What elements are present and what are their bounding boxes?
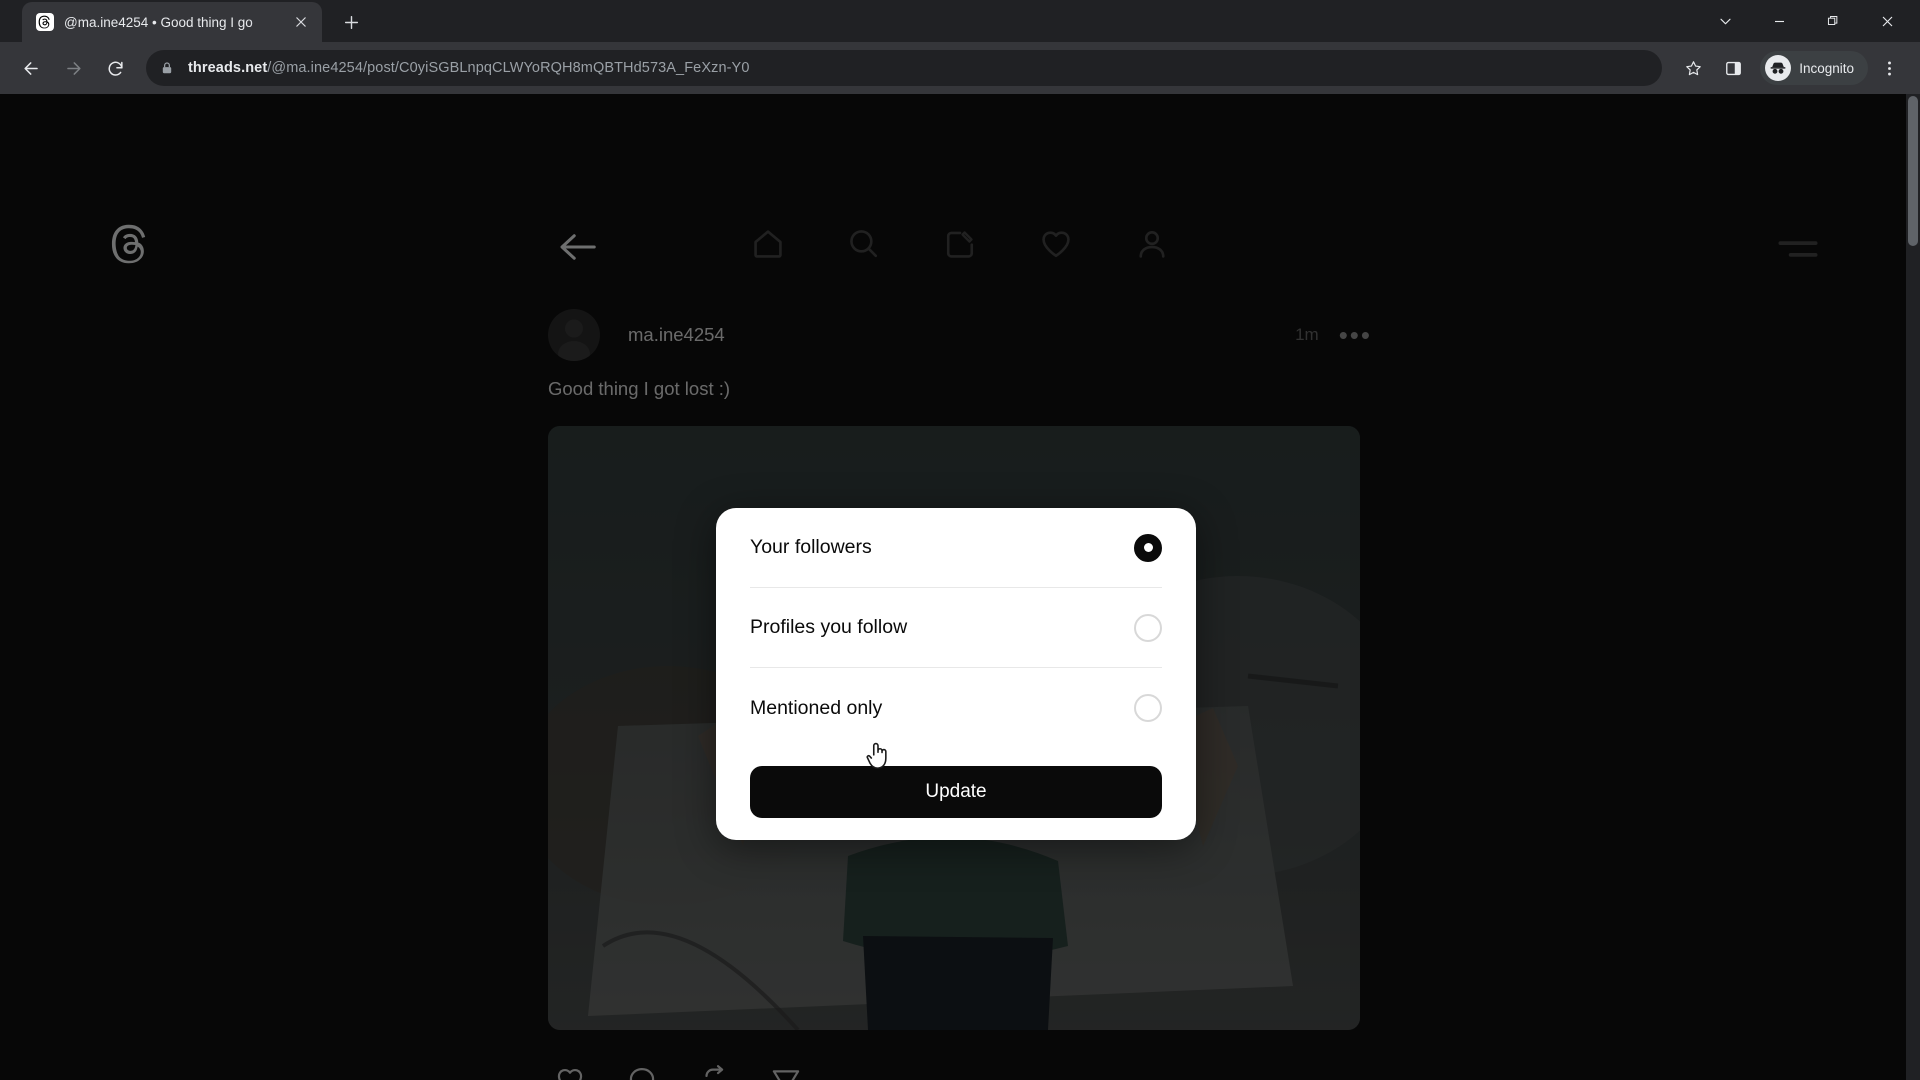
option-row-1[interactable]: Profiles you follow [750,588,1162,668]
three-dot-menu-icon[interactable] [1870,49,1908,87]
option-label: Mentioned only [750,696,883,719]
threads-logo-icon [36,13,54,31]
close-icon[interactable] [290,11,312,33]
update-button[interactable]: Update [750,766,1162,818]
browser-tab[interactable]: @ma.ine4254 • Good thing I go [22,2,322,42]
radio-mentioned-only[interactable] [1134,694,1162,722]
reload-icon[interactable] [96,49,134,87]
back-arrow-icon[interactable] [12,49,50,87]
url-domain: threads.net [188,60,268,76]
page-viewport: ma.ine4254 1m ••• Good thing I got lost … [0,94,1920,1080]
incognito-spy-icon [1765,55,1792,81]
browser-toolbar: threads.net/@ma.ine4254/post/C0yiSGBLnpq… [0,42,1920,94]
lock-icon [160,60,176,76]
radio-your-followers[interactable] [1134,533,1162,562]
address-bar-text: threads.net/@ma.ine4254/post/C0yiSGBLnpq… [188,60,750,76]
tab-title: @ma.ine4254 • Good thing I go [64,14,253,30]
incognito-label: Incognito [1799,60,1854,76]
address-bar[interactable]: threads.net/@ma.ine4254/post/C0yiSGBLnpq… [146,50,1663,86]
minimize-icon[interactable] [1756,0,1802,42]
chevron-down-icon[interactable] [1702,0,1748,42]
url-path: /@ma.ine4254/post/C0yiSGBLnpqCLWYoRQH8mQ… [267,60,750,76]
window-controls [1702,0,1920,42]
side-panel-icon[interactable] [1714,49,1752,87]
page-scrollbar[interactable] [1906,94,1920,1080]
option-row-0[interactable]: Your followers [750,508,1162,588]
star-icon[interactable] [1674,49,1712,87]
tab-strip: @ma.ine4254 • Good thing I go [0,0,1920,42]
option-label: Profiles you follow [750,616,908,638]
close-icon[interactable] [1864,0,1910,42]
browser-window: @ma.ine4254 • Good thing I go threads.ne… [0,0,1920,1080]
scrollbar-thumb[interactable] [1908,96,1918,246]
restore-icon[interactable] [1810,0,1856,42]
radio-profiles-you-follow[interactable] [1134,613,1162,642]
audience-settings-dialog: Your followers Profiles you follow Menti… [716,508,1196,840]
option-label: Your followers [750,536,872,558]
mouse-cursor [864,739,892,775]
forward-arrow-icon[interactable] [54,49,92,87]
option-row-2[interactable]: Mentioned only [750,668,1162,748]
incognito-indicator[interactable]: Incognito [1760,51,1868,85]
new-tab-button[interactable] [334,5,368,39]
toolbar-right-cluster: Incognito [1674,49,1908,87]
